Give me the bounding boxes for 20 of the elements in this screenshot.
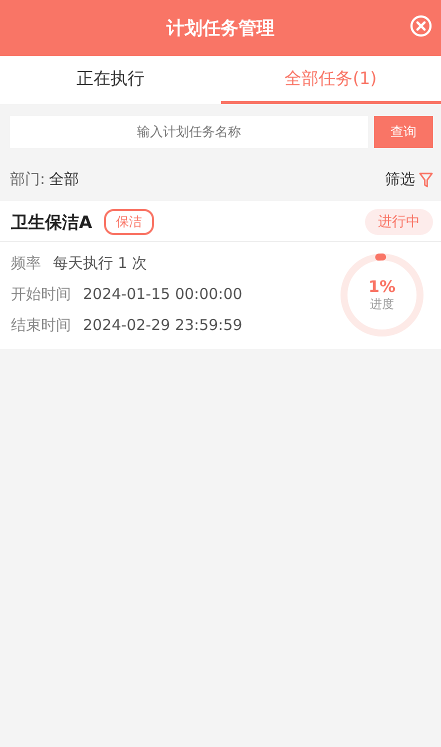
filter-button[interactable]: 筛选 (385, 170, 433, 189)
progress-label: 进度 (370, 296, 394, 312)
search-field[interactable]: 输入计划任务名称 (10, 116, 368, 148)
close-icon[interactable] (410, 15, 432, 37)
filter-icon (419, 172, 433, 188)
category-tag: 保洁 (104, 209, 154, 235)
field-label: 开始时间 (11, 285, 71, 304)
field-value: 每天执行 1 次 (53, 254, 148, 273)
field-label: 频率 (11, 254, 41, 273)
department-value[interactable]: 全部 (49, 170, 80, 189)
task-card[interactable]: 卫生保洁A 保洁 进行中 频率 每天执行 1 次 开始时间 2024-01-15 00:00:00 结束时间 2024-02-29 23:59:59 1% 进度 (0, 201, 441, 349)
department-label: 部门: (10, 170, 46, 189)
tab[interactable]: 正在执行 (0, 56, 220, 104)
field-label: 结束时间 (11, 316, 71, 335)
page-title: 计划任务管理 (166, 17, 274, 40)
status-badge: 进行中 (365, 209, 433, 235)
task-name: 卫生保洁A (11, 212, 92, 234)
field-value: 2024-01-15 00:00:00 (83, 285, 242, 304)
progress-percent: 1% (368, 276, 396, 296)
field-value: 2024-02-29 23:59:59 (83, 316, 242, 335)
